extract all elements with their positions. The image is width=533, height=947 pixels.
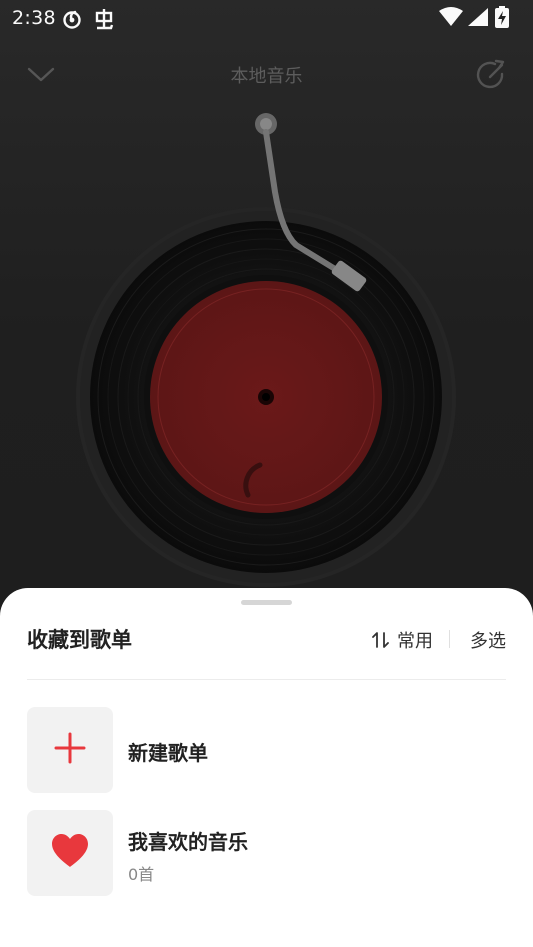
new-playlist-cover: [27, 707, 113, 793]
sort-icon: [371, 630, 391, 650]
liked-music-cover: [27, 810, 113, 896]
add-to-playlist-sheet: 收藏到歌单 常用 多选 新建歌单 我喜欢的音乐 0首: [0, 588, 533, 947]
new-playlist-row[interactable]: 新建歌单: [27, 707, 506, 793]
playlist-name: 我喜欢的音乐: [128, 830, 248, 854]
sheet-title: 收藏到歌单: [27, 628, 132, 652]
liked-music-row[interactable]: 我喜欢的音乐 0首: [27, 810, 506, 896]
heart-icon: [50, 833, 90, 873]
sort-label: 常用: [397, 631, 433, 652]
header-divider: [449, 630, 450, 648]
sort-button[interactable]: 常用: [371, 626, 433, 654]
multi-select-button[interactable]: 多选: [470, 627, 506, 653]
sheet-drag-handle[interactable]: [241, 600, 292, 605]
screen: 2:38 本地音乐 收藏到歌单 常用 多选 新建歌单 我喜欢的音乐 0首: [0, 0, 533, 947]
playlist-name: 新建歌单: [128, 741, 208, 765]
plus-icon: [54, 732, 86, 768]
playlist-song-count: 0首: [128, 865, 155, 884]
sheet-divider: [27, 679, 506, 680]
